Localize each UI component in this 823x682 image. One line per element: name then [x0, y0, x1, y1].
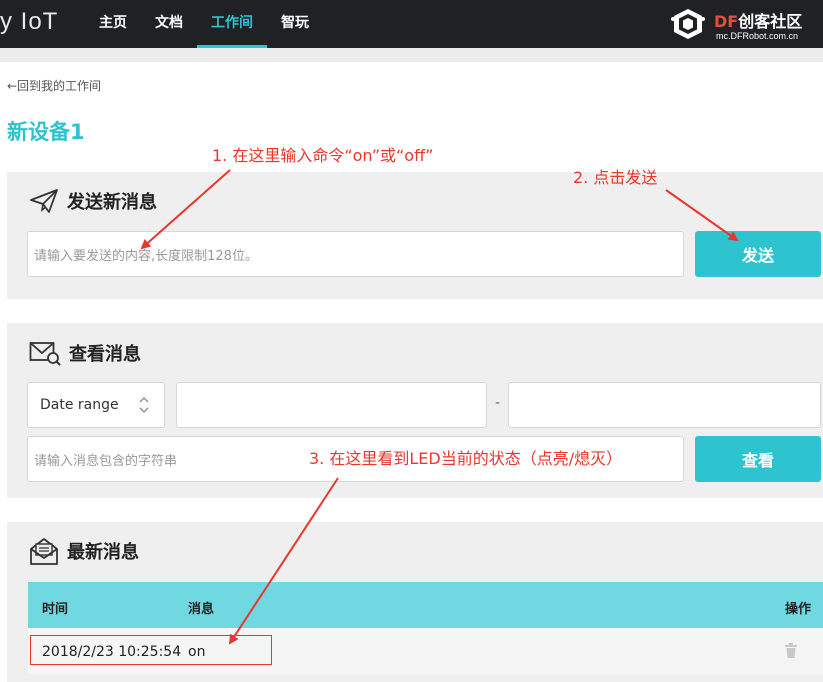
dfrobot-logo[interactable]: DF创客社区 mc.DFRobot.com.cn [670, 6, 820, 44]
annotation-step-1: 1. 在这里输入命令“on”或“off” [212, 146, 434, 165]
annotation-highlight-box [30, 635, 272, 665]
back-to-workspace-link[interactable]: ←回到我的工作间 [7, 77, 101, 94]
view-messages-panel: 查看消息 Date range - 请输入消息包含的字符串 查看 [7, 323, 823, 498]
send-panel-title: 发送新消息 [67, 192, 157, 213]
messages-table-header: 时间 消息 操作 [28, 582, 823, 628]
view-button[interactable]: 查看 [695, 436, 821, 482]
nav-item-smart-play[interactable]: 智玩 [267, 0, 323, 48]
nav-menu: 主页 文档 工作间 智玩 [85, 0, 323, 48]
end-date-input[interactable] [508, 382, 821, 428]
column-header-time: 时间 [42, 602, 69, 617]
date-range-select[interactable]: Date range [27, 382, 165, 428]
chevron-up-down-icon [139, 397, 149, 413]
send-panel-header: 发送新消息 [29, 188, 157, 214]
date-separator: - [495, 395, 501, 411]
logo-subtitle: mc.DFRobot.com.cn [716, 31, 799, 41]
paper-plane-icon [30, 189, 58, 213]
nav-item-home[interactable]: 主页 [85, 0, 141, 48]
nav-item-docs[interactable]: 文档 [141, 0, 197, 48]
cube-icon [671, 9, 705, 39]
latest-panel-header: 最新消息 [29, 536, 139, 566]
nav-item-workspace[interactable]: 工作间 [197, 0, 267, 48]
logo-title-text: 创客社区 [738, 12, 803, 31]
logo-title-prefix: DF [714, 12, 739, 31]
envelope-open-icon [30, 538, 58, 565]
message-input-placeholder: 请输入要发送的内容,长度限制128位。 [34, 248, 258, 264]
message-input[interactable]: 请输入要发送的内容,长度限制128位。 [27, 231, 684, 277]
date-range-label: Date range [40, 397, 119, 413]
trash-icon[interactable] [784, 643, 798, 659]
top-nav: y IoT 主页 文档 工作间 智玩 DF创客社区 mc.DFRobot.com… [0, 0, 823, 48]
view-panel-title: 查看消息 [69, 344, 141, 365]
start-date-input[interactable] [176, 382, 487, 428]
column-header-action: 操作 [785, 602, 812, 617]
send-message-panel: 发送新消息 请输入要发送的内容,长度限制128位。 发送 [7, 172, 823, 299]
brand-name[interactable]: y IoT [0, 8, 58, 36]
column-header-message: 消息 [188, 602, 215, 617]
latest-panel-title: 最新消息 [67, 542, 139, 563]
message-filter-placeholder: 请输入消息包含的字符串 [34, 453, 178, 469]
annotation-step-3: 3. 在这里看到LED当前的状态（点亮/熄灭） [309, 449, 623, 468]
send-button[interactable]: 发送 [695, 231, 821, 277]
envelope-search-icon [29, 342, 61, 366]
annotation-step-2: 2. 点击发送 [573, 168, 658, 187]
nav-shadow-strip [0, 48, 823, 62]
view-panel-header: 查看消息 [29, 340, 141, 366]
logo-title: DF创客社区 [714, 8, 802, 32]
page-title: 新设备1 [7, 120, 85, 144]
